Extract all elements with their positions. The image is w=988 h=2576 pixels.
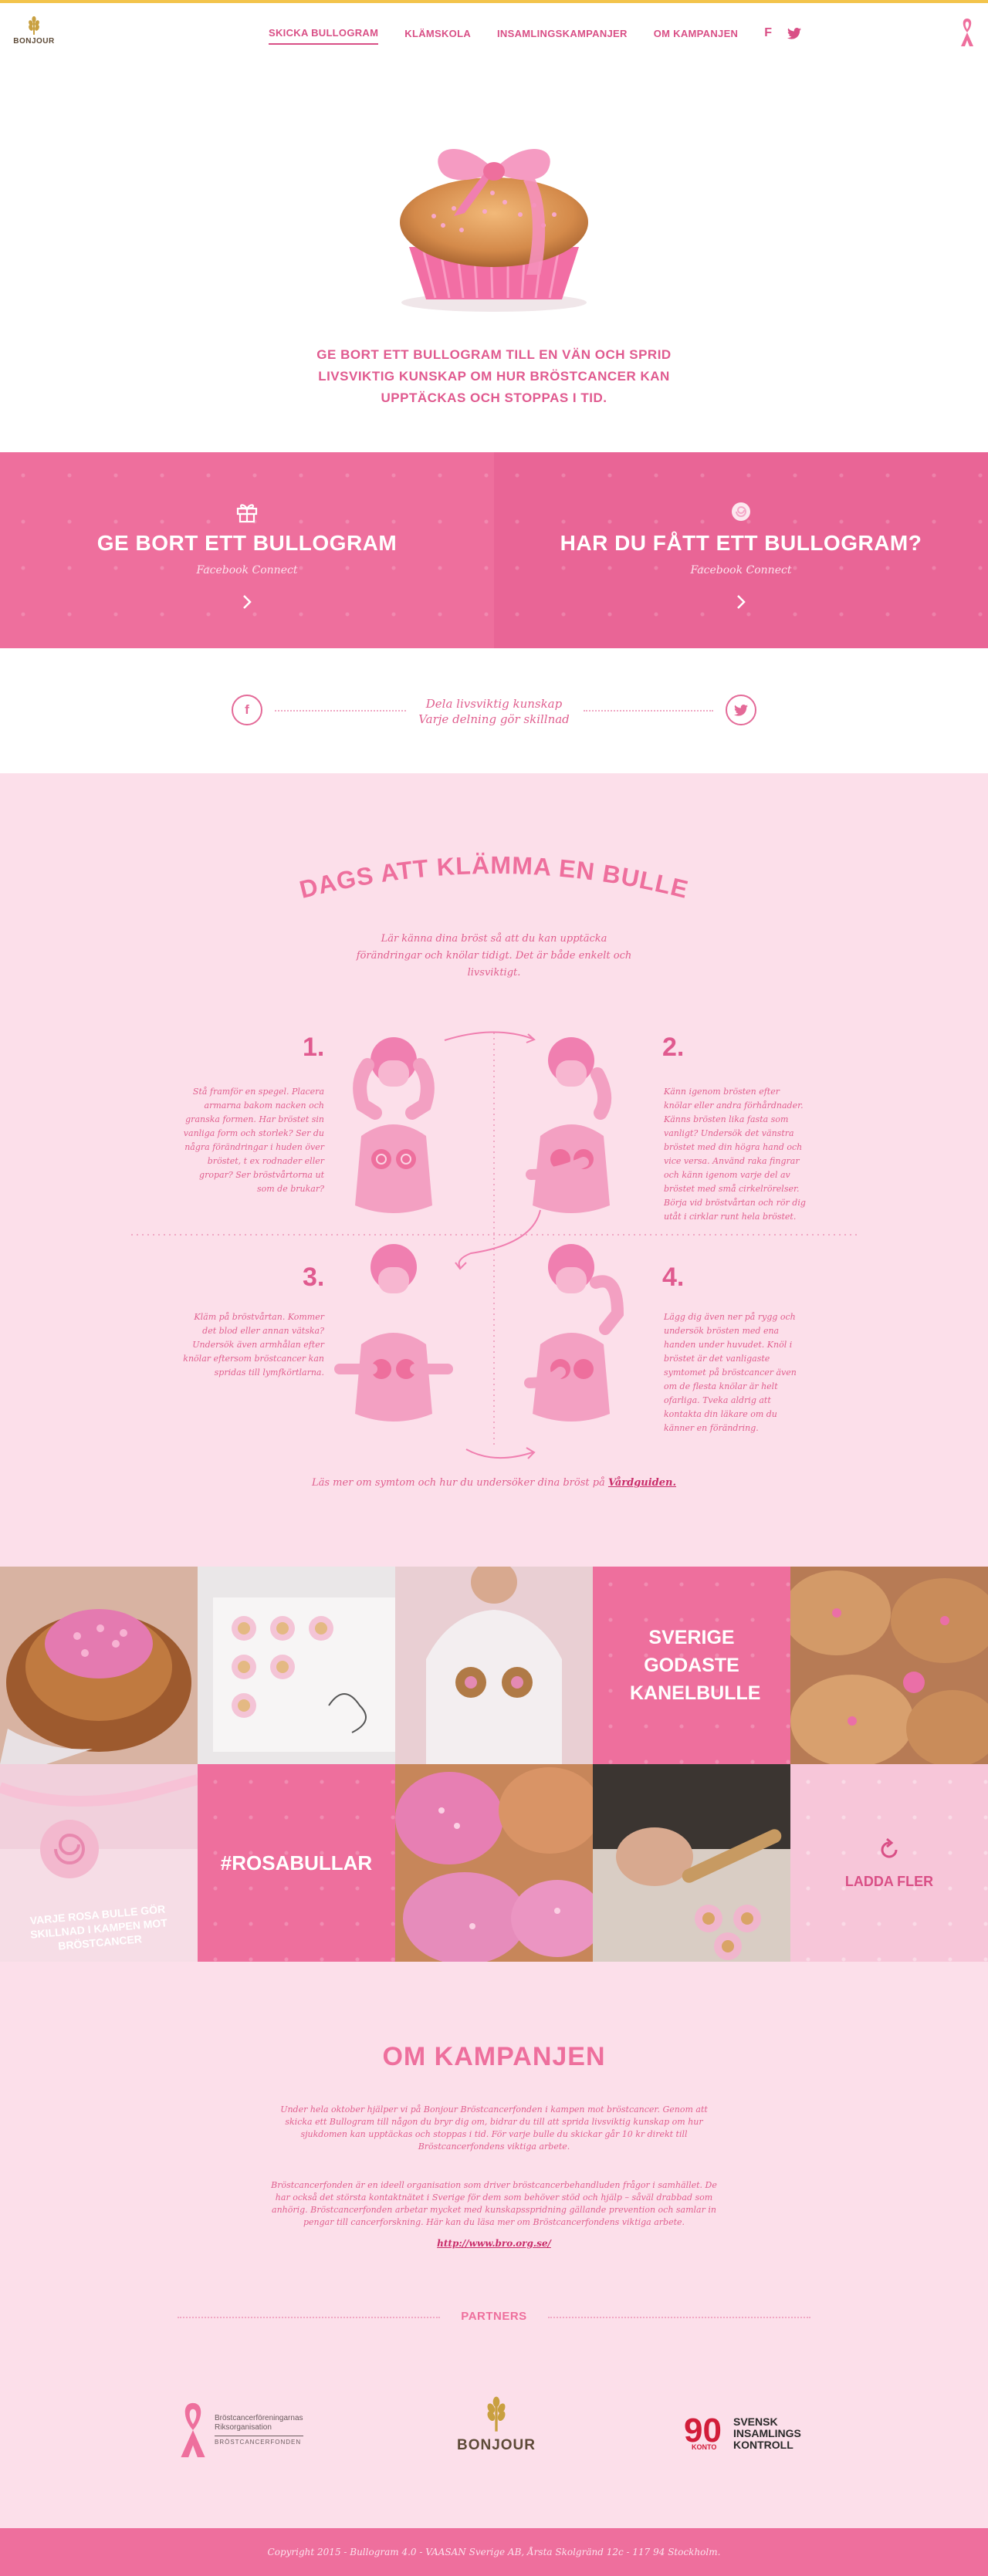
figure-step-4 [524,1244,624,1422]
step-1-number: 1. [303,1033,325,1062]
chevron-right-icon [737,595,746,609]
step-4-number: 4. [662,1263,685,1292]
partner3-konto: KONTO [692,2443,717,2451]
main-nav: SKICKA BULLOGRAM KLÄMSKOLA INSAMLINGSKAM… [269,26,802,45]
nav-skicka-bullogram[interactable]: SKICKA BULLOGRAM [269,27,379,45]
partner1-line3: BRÖSTCANCERFONDEN [215,2435,303,2447]
partner-svensk-insamlingskontroll[interactable]: 90 KONTO SVENSK INSAMLINGS KONTROLL [684,2414,801,2453]
partner3-line2: INSAMLINGS [733,2426,801,2439]
twitter-share-button[interactable] [726,695,756,725]
nav-insamlingskampanjer[interactable]: INSAMLINGSKAMPANJER [497,28,628,44]
share-text: Dela livsviktig kunskap Varje delning gö… [378,696,610,727]
step-4-text: Lägg dig även ner på rygg och undersök b… [664,1312,797,1433]
photo-tile[interactable]: VARJE ROSA BULLE GÖR SKILLNAD I KAMPEN M… [0,1764,198,1962]
om-paragraph-1: Under hela oktober hjälper vi på Bonjour… [280,2104,708,2152]
partner3-line3: KONTROLL [733,2438,793,2451]
klam-more: Läs mer om symtom och hur du undersöker … [0,1477,988,1489]
partners-label: PARTNERS [461,2310,527,2323]
load-more-text: LADDA FLER [844,1873,934,1889]
share-section: f Dela livsviktig kunskap Varje delning … [0,648,988,773]
hashtag-tile[interactable]: #ROSABULLAR [198,1764,395,1962]
share-divider-right [584,710,713,712]
facebook-icon: f [245,702,249,717]
klam-illustrations [131,1031,857,1459]
share-line-2: Varje delning gör skillnad [418,712,570,726]
klamskola-section: DAGS ATT KLÄMMA EN BULLE Lär känna dina … [0,773,988,1567]
copyright-text: Copyright 2015 - Bullogram 4.0 - VAASAN … [267,2547,721,2557]
partner2-name: BONJOUR [456,2437,536,2453]
photo-tile[interactable] [790,1567,988,1764]
tshirt-photo [395,1567,593,1764]
partner-brostcancerfonden[interactable]: Bröstcancerföreningarnas Riksorganisatio… [176,2400,303,2460]
partner3-line1: SVENSK [733,2415,778,2428]
facebook-icon[interactable]: f [764,26,772,45]
received-bullogram-button[interactable]: HAR DU FÅTT ETT BULLOGRAM? Facebook Conn… [494,452,988,648]
figure-step-1 [353,1037,435,1213]
ninety-konto-logo: 90 KONTO [684,2414,730,2453]
photo-tile[interactable] [395,1567,593,1764]
bonjour-logo[interactable]: BONJOUR [11,15,57,46]
hashtag-tile-text: #ROSABULLAR [220,1851,373,1875]
cta-right-title: HAR DU FÅTT ETT BULLOGRAM? [560,531,922,555]
om-title: OM KAMPANJEN [382,2042,606,2071]
tray-photo [198,1567,395,1764]
twitter-icon[interactable] [787,27,802,39]
figure-step-3 [334,1244,453,1422]
chevron-right-icon [243,595,252,609]
step-3-text: Kläm på bröstvårtan. Kommer det blod ell… [183,1312,324,1378]
brostcancerfonden-link[interactable]: http://www.bro.org.se/ [0,2238,988,2249]
load-more-button[interactable]: LADDA FLER [790,1764,988,1962]
wheat-icon [29,16,39,35]
step-1-text: Stå framför en spegel. Placera armarna b… [183,1087,324,1194]
step-3-number: 3. [303,1263,325,1292]
klam-more-text: Läs mer om symtom och hur du undersöker … [311,1477,605,1489]
pink-ribbon-icon [961,19,973,46]
partner-bonjour[interactable]: BONJOUR [454,2395,539,2454]
sverige-tile-text: SVERIGE GODASTE KANELBULLE [630,1627,761,1704]
photo-tile[interactable] [0,1567,198,1764]
partner1-line2: Riksorganisation [215,2422,272,2432]
give-bullogram-button[interactable]: GE BORT ETT BULLOGRAM Facebook Connect [0,452,494,648]
step-2-number: 2. [662,1033,685,1062]
cta-left-title: GE BORT ETT BULLOGRAM [96,531,398,555]
refresh-icon [881,1837,898,1858]
site-footer: Copyright 2015 - Bullogram 4.0 - VAASAN … [0,2528,988,2576]
bun-with-ribbon-image [400,148,588,312]
pink-buns-photo [395,1764,593,1962]
nav-om-kampanjen[interactable]: OM KAMPANJEN [654,28,739,44]
partners-divider-right [548,2317,810,2318]
facebook-share-button[interactable]: f [232,695,262,725]
wheat-icon [487,2396,506,2432]
step-2-text: Känn igenom brösten efter knölar eller a… [664,1087,806,1222]
twitter-icon [734,704,748,716]
vardguiden-link[interactable]: Vårdguiden. [608,1477,676,1489]
photo-tile[interactable] [395,1764,593,1962]
nav-klamskola[interactable]: KLÄMSKOLA [404,28,471,44]
buns-photo [790,1567,988,1764]
cinnamon-bun-photo [0,1567,198,1764]
bun-icon [732,502,750,521]
site-header: BONJOUR SKICKA BULLOGRAM KLÄMSKOLA INSAM… [0,3,988,71]
photo-tile[interactable] [198,1567,395,1764]
hero-section: GE BORT ETT BULLOGRAM TILL EN VÄN OCH SP… [0,71,988,452]
partner1-line1: Bröstcancerföreningarnas [215,2413,303,2422]
sverige-tile[interactable]: SVERIGE GODASTE KANELBULLE [593,1567,790,1764]
cta-left-sub: Facebook Connect [196,564,298,576]
cta-right-sub: Facebook Connect [690,564,792,576]
pink-ribbon-icon [181,2402,205,2458]
baker-photo [593,1764,790,1962]
om-kampanjen-section: OM KAMPANJEN Under hela oktober hjälper … [0,1962,988,2528]
photo-grid: SVERIGE GODASTE KANELBULLE VARJE ROSA BU… [0,1567,988,1962]
hero-tagline: GE BORT ETT BULLOGRAM TILL EN VÄN OCH SP… [316,347,672,405]
gift-icon [236,504,258,523]
share-line-1: Dela livsviktig kunskap [425,697,563,711]
logo-text: BONJOUR [13,37,55,46]
photo-tile[interactable] [593,1764,790,1962]
om-paragraph-2: Bröstcancerfonden är en ideell organisat… [271,2180,717,2227]
figure-step-2 [526,1037,612,1213]
cta-section: GE BORT ETT BULLOGRAM Facebook Connect H… [0,452,988,648]
